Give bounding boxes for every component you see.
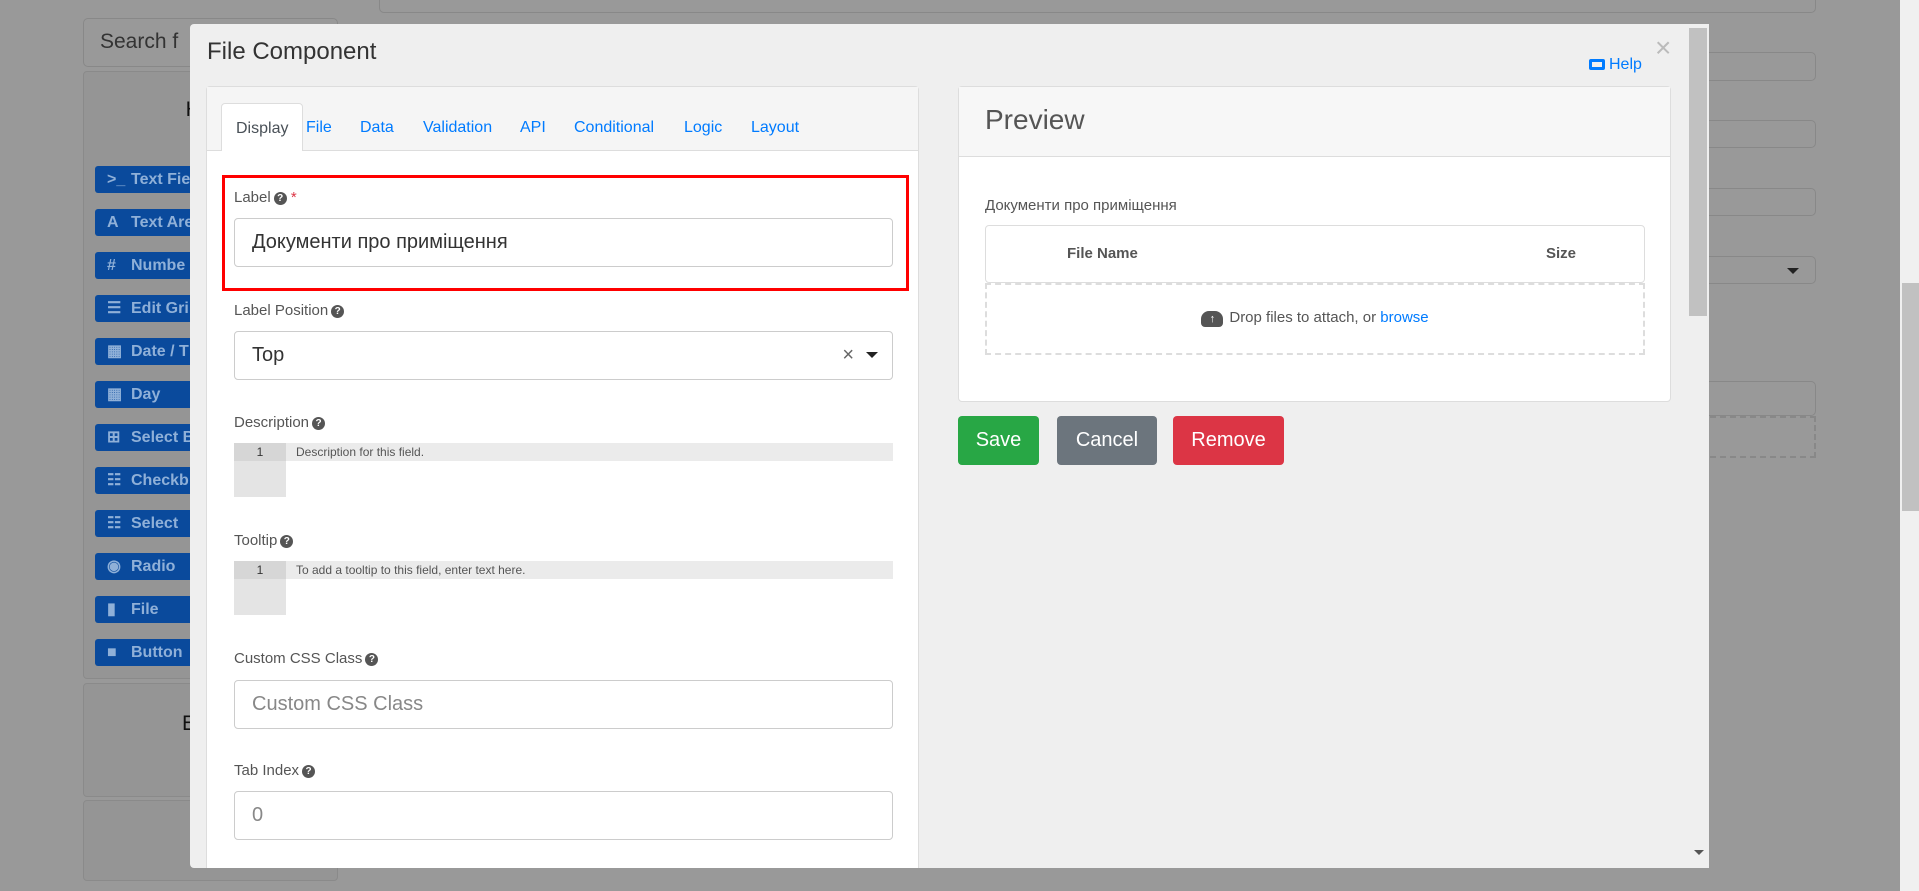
tooltip-label: Tooltip? bbox=[234, 532, 294, 549]
remove-button[interactable]: Remove bbox=[1173, 416, 1284, 465]
edit-form-card: Display File Data Validation API Conditi… bbox=[206, 86, 919, 868]
drop-text: Drop files to attach, or bbox=[1229, 309, 1381, 326]
stop-icon: ■ bbox=[107, 644, 117, 661]
col-file-name: File Name bbox=[1067, 245, 1138, 262]
tab-index-label: Tab Index? bbox=[234, 762, 316, 779]
question-circle-icon[interactable]: ? bbox=[273, 192, 287, 205]
tab-api[interactable]: API bbox=[520, 119, 546, 137]
modal-title: File Component bbox=[207, 38, 377, 65]
tooltip-editor[interactable]: 1 To add a tooltip to this field, enter t… bbox=[234, 561, 893, 615]
component-label: Numbe bbox=[131, 257, 186, 274]
caret-down-icon[interactable] bbox=[866, 352, 878, 364]
calendar-icon: ▦ bbox=[107, 386, 123, 403]
tab-conditional[interactable]: Conditional bbox=[574, 119, 654, 137]
component-label: Date / T bbox=[131, 343, 189, 360]
question-circle-icon[interactable]: ? bbox=[365, 653, 379, 666]
description-label: Description? bbox=[234, 414, 326, 431]
custom-css-input[interactable]: Custom CSS Class bbox=[234, 680, 893, 729]
save-button[interactable]: Save bbox=[958, 416, 1039, 465]
terminal-icon: >_ bbox=[107, 171, 126, 188]
component-label: Text Fie bbox=[131, 171, 191, 188]
browse-link[interactable]: browse bbox=[1380, 309, 1428, 326]
list-icon: ☷ bbox=[107, 472, 122, 489]
preview-field-label: Документи про приміщення bbox=[985, 197, 1177, 214]
table-icon: ☰ bbox=[107, 300, 122, 317]
file-table-header: File Name Size bbox=[985, 225, 1645, 283]
caret-down-icon bbox=[1787, 268, 1799, 280]
tab-validation[interactable]: Validation bbox=[423, 119, 492, 137]
hashtag-icon: # bbox=[107, 257, 116, 274]
component-label: Checkb bbox=[131, 472, 189, 489]
tab-layout[interactable]: Layout bbox=[751, 119, 799, 137]
dot-circle-icon: ◉ bbox=[107, 558, 121, 575]
help-link[interactable]: Help bbox=[1589, 56, 1642, 74]
preview-title: Preview bbox=[985, 104, 1085, 135]
tab-logic[interactable]: Logic bbox=[684, 119, 722, 137]
clear-icon[interactable]: × bbox=[842, 344, 854, 367]
tab-file[interactable]: File bbox=[306, 119, 332, 137]
preview-header: Preview bbox=[959, 87, 1670, 157]
bg-input bbox=[379, 0, 1816, 13]
question-circle-icon[interactable]: ? bbox=[280, 535, 294, 548]
component-label: File bbox=[131, 601, 159, 618]
question-circle-icon[interactable]: ? bbox=[331, 305, 345, 318]
component-label: Select bbox=[131, 515, 179, 532]
question-circle-icon[interactable]: ? bbox=[312, 417, 326, 430]
question-circle-icon[interactable]: ? bbox=[302, 765, 316, 778]
component-label: Text Are bbox=[131, 214, 194, 231]
help-label: Help bbox=[1609, 56, 1642, 73]
cancel-button[interactable]: Cancel bbox=[1057, 416, 1157, 465]
modal-scrollbar-thumb[interactable] bbox=[1689, 28, 1707, 316]
calendar-icon: ▦ bbox=[107, 343, 123, 360]
dropzone[interactable]: ↑ Drop files to attach, or browse bbox=[985, 283, 1645, 355]
component-label: Select B bbox=[131, 429, 195, 446]
component-label: Button bbox=[131, 644, 183, 661]
label-position-select[interactable]: Top × bbox=[234, 331, 893, 380]
scroll-down-icon[interactable] bbox=[1694, 850, 1704, 860]
preview-card: Preview Документи про приміщення File Na… bbox=[958, 86, 1671, 402]
component-label: Radio bbox=[131, 558, 176, 575]
cloud-upload-icon: ↑ bbox=[1201, 311, 1224, 327]
file-icon: ▮ bbox=[107, 601, 116, 618]
label-position-label: Label Position? bbox=[234, 302, 345, 319]
font-icon: A bbox=[107, 214, 119, 231]
external-link-icon bbox=[1589, 59, 1605, 70]
plus-square-icon: ⊞ bbox=[107, 429, 121, 446]
close-icon[interactable]: × bbox=[1655, 32, 1671, 64]
file-component-modal: File Component × Help Display File Data … bbox=[190, 24, 1709, 868]
tab-display[interactable]: Display bbox=[221, 103, 304, 151]
label-field-label: Label? * bbox=[234, 189, 297, 206]
component-label: Edit Gri bbox=[131, 300, 189, 317]
tab-bar: Display File Data Validation API Conditi… bbox=[207, 87, 918, 151]
page-scrollbar[interactable] bbox=[1900, 0, 1919, 891]
page-scrollbar-thumb[interactable] bbox=[1902, 283, 1919, 511]
description-editor[interactable]: 1 Description for this field. bbox=[234, 443, 893, 497]
list-icon: ☷ bbox=[107, 515, 122, 532]
col-size: Size bbox=[1546, 245, 1577, 262]
component-label: Day bbox=[131, 386, 161, 403]
tab-index-input[interactable]: 0 bbox=[234, 791, 893, 840]
custom-css-label: Custom CSS Class? bbox=[234, 650, 379, 667]
tab-data[interactable]: Data bbox=[360, 119, 394, 137]
label-input[interactable]: Документи про приміщення bbox=[234, 218, 893, 267]
modal-scrollbar[interactable] bbox=[1689, 24, 1709, 868]
